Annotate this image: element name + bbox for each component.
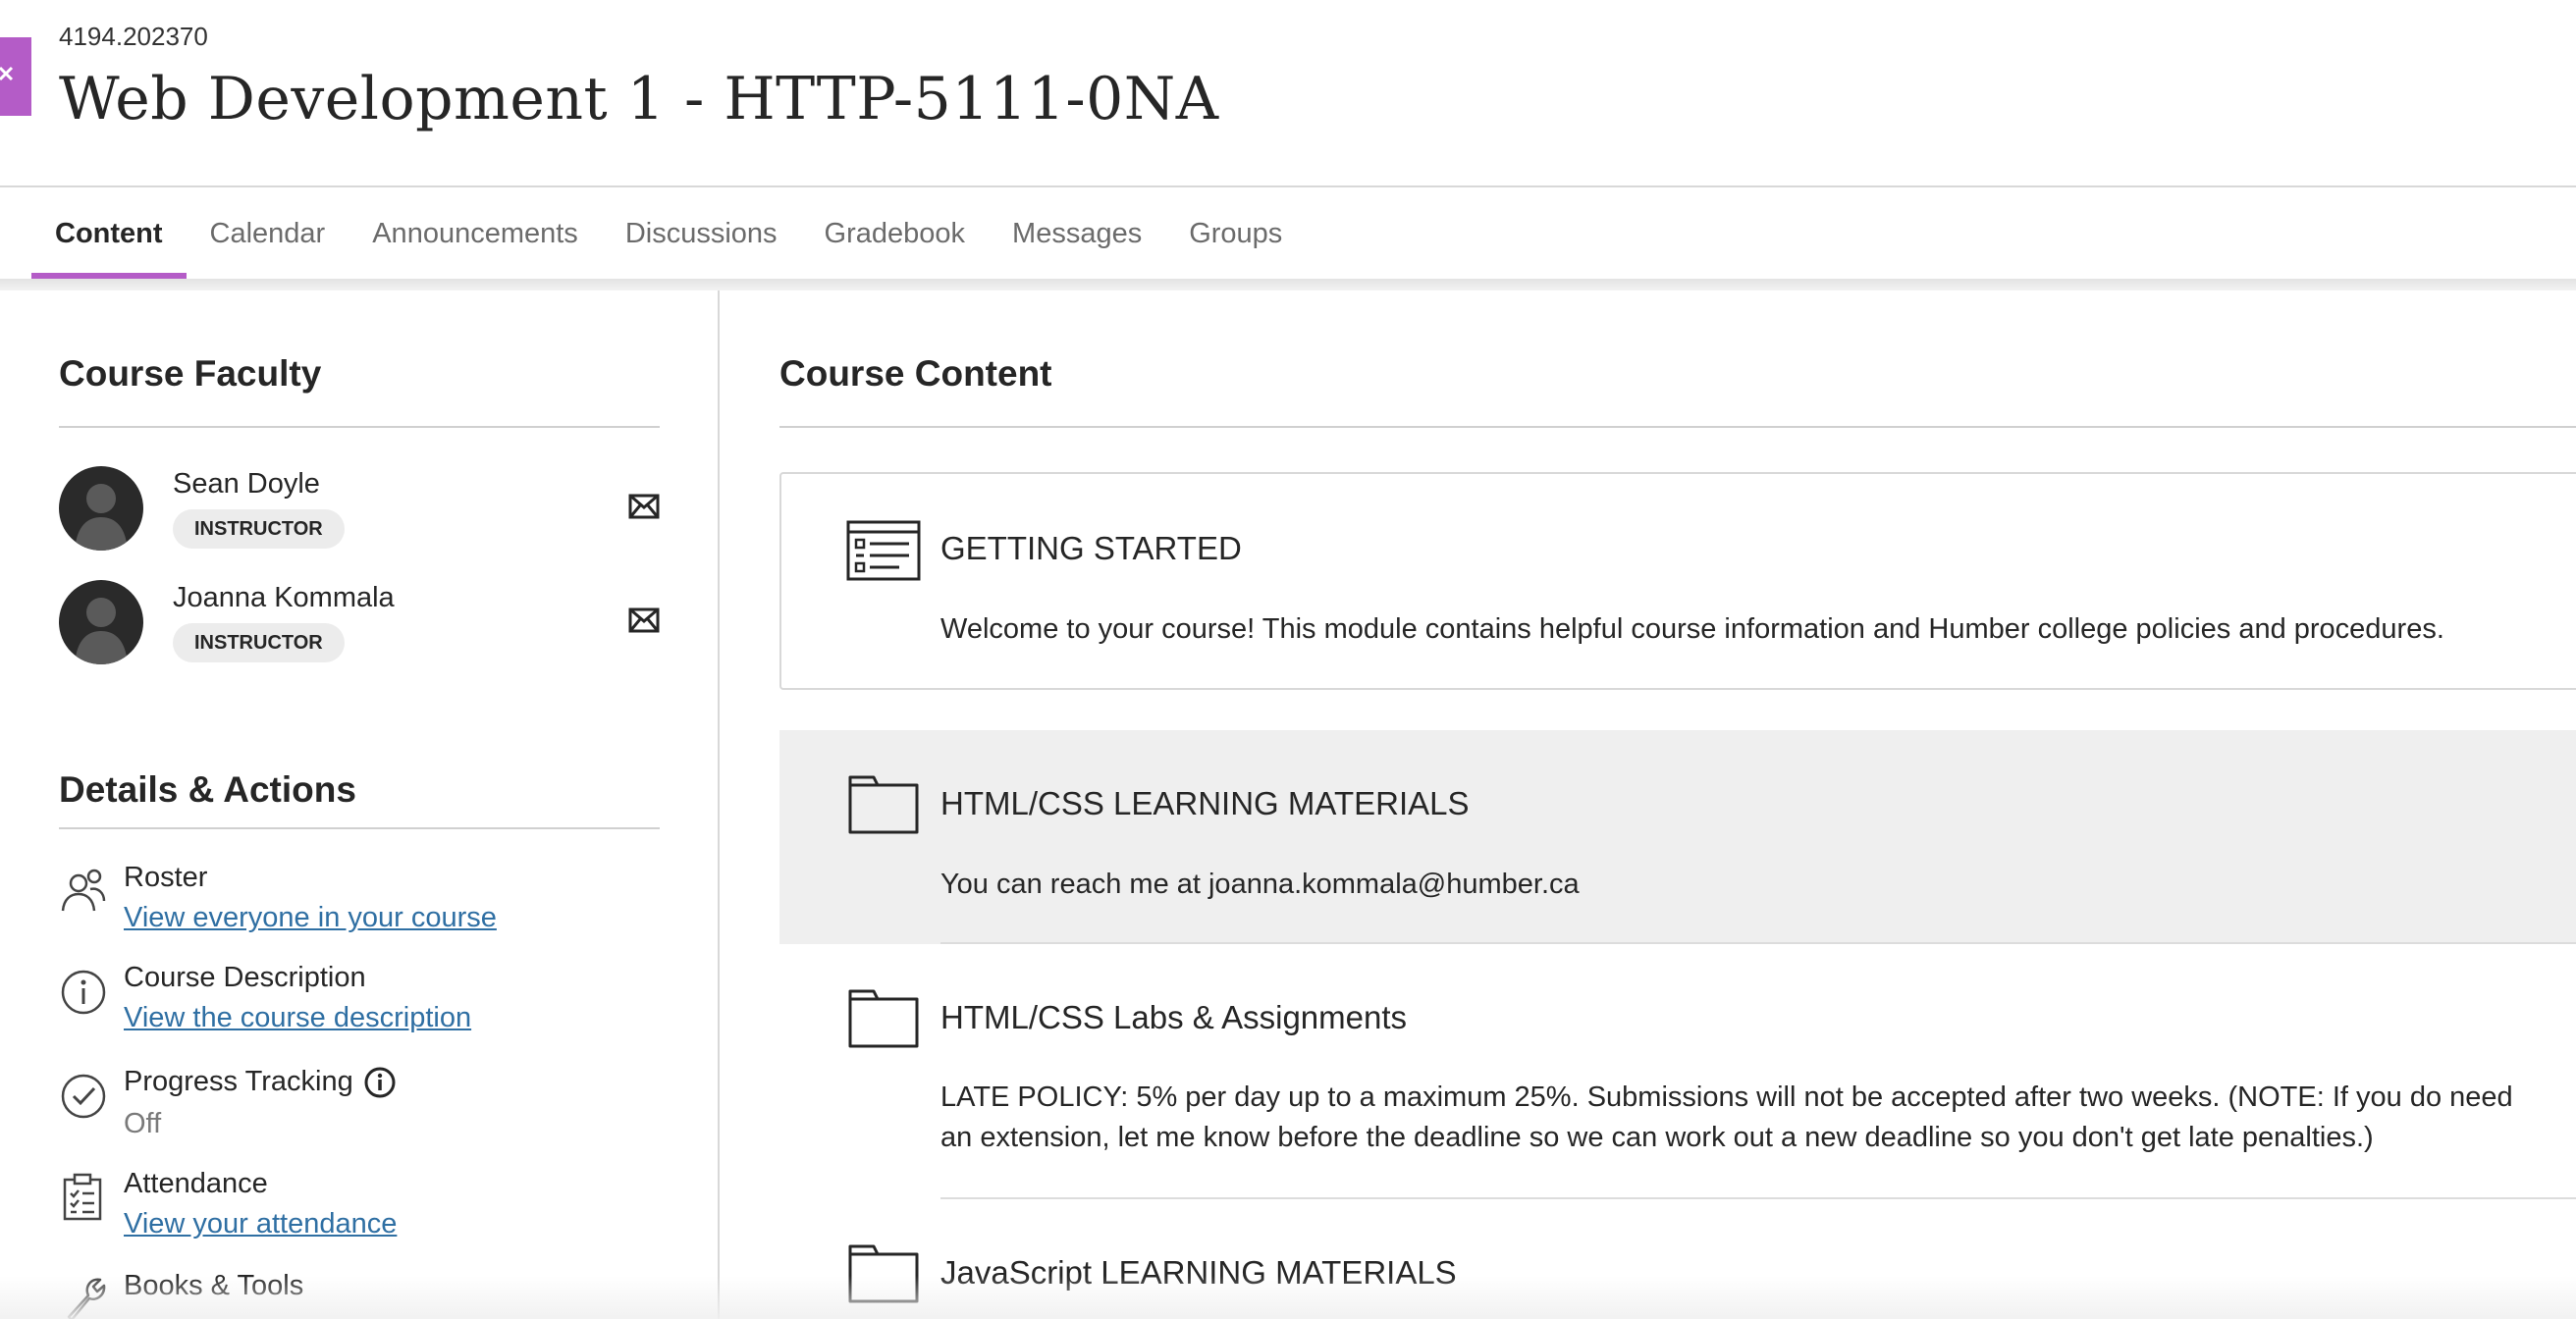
- progress-tracking-label: Progress Tracking: [124, 1066, 353, 1097]
- message-button[interactable]: [626, 606, 662, 635]
- info-icon[interactable]: [363, 1066, 397, 1099]
- view-course-description-link[interactable]: View the course description: [124, 1002, 471, 1034]
- course-faculty-heading: Course Faculty: [59, 353, 322, 394]
- content-item-title[interactable]: HTML/CSS Labs & Assignments: [940, 999, 1407, 1036]
- role-badge: INSTRUCTOR: [173, 623, 345, 662]
- header-divider: [0, 185, 2576, 187]
- message-button[interactable]: [626, 492, 662, 521]
- view-roster-link[interactable]: View everyone in your course: [124, 902, 497, 934]
- content-item-title[interactable]: HTML/CSS LEARNING MATERIALS: [940, 785, 1470, 822]
- details-divider: [59, 827, 660, 829]
- user-silhouette-icon: [75, 484, 128, 551]
- learning-module-icon: [846, 520, 921, 581]
- faculty-name[interactable]: Joanna Kommala: [173, 582, 395, 614]
- tab-content[interactable]: Content: [31, 188, 187, 279]
- content-item-divider: [940, 942, 2576, 944]
- envelope-icon: [628, 494, 660, 519]
- course-content-divider: [779, 426, 2576, 428]
- tab-gradebook[interactable]: Gradebook: [801, 188, 990, 279]
- envelope-icon: [628, 607, 660, 633]
- user-silhouette-icon: [75, 598, 128, 664]
- content-item-divider: [940, 1197, 2576, 1199]
- scroll-fade: [0, 1276, 2576, 1319]
- course-id: 4194.202370: [59, 22, 208, 51]
- content-item-title[interactable]: GETTING STARTED: [940, 530, 1242, 567]
- tab-announcements[interactable]: Announcements: [349, 188, 602, 279]
- content-item-description: LATE POLICY: 5% per day up to a maximum …: [940, 1082, 2513, 1153]
- tab-calendar[interactable]: Calendar: [187, 188, 349, 279]
- tab-groups[interactable]: Groups: [1165, 188, 1306, 279]
- tab-messages[interactable]: Messages: [989, 188, 1165, 279]
- course-content-heading: Course Content: [779, 353, 1052, 394]
- details-actions-heading: Details & Actions: [59, 769, 356, 810]
- tab-discussions[interactable]: Discussions: [602, 188, 801, 279]
- content-item-description: Welcome to your course! This module cont…: [940, 613, 2444, 645]
- faculty-name[interactable]: Sean Doyle: [173, 468, 320, 501]
- info-icon: [61, 970, 106, 1015]
- check-circle-icon: [61, 1074, 106, 1119]
- content-item-card[interactable]: [779, 472, 2576, 690]
- faculty-member: Sean Doyle INSTRUCTOR: [59, 466, 668, 554]
- tabs-divider: [0, 279, 2576, 290]
- course-tabs: Content Calendar Announcements Discussio…: [31, 188, 1306, 279]
- role-badge: INSTRUCTOR: [173, 509, 345, 549]
- roster-icon: [61, 869, 106, 912]
- roster-label: Roster: [124, 862, 208, 893]
- content-item-row[interactable]: [779, 730, 2576, 944]
- faculty-member: Joanna Kommala INSTRUCTOR: [59, 580, 668, 668]
- view-attendance-link[interactable]: View your attendance: [124, 1208, 397, 1240]
- clipboard-icon: [63, 1173, 102, 1221]
- page-title: Web Development 1 - HTTP-5111-0NA: [59, 65, 1219, 133]
- close-icon: [0, 66, 14, 81]
- avatar[interactable]: [59, 580, 143, 664]
- folder-icon: [848, 775, 919, 834]
- progress-tracking-status: Off: [124, 1108, 162, 1139]
- content-item-description: You can reach me at joanna.kommala@humbe…: [940, 869, 1580, 900]
- attendance-label: Attendance: [124, 1168, 268, 1199]
- avatar[interactable]: [59, 466, 143, 551]
- close-course-button[interactable]: [0, 37, 31, 116]
- faculty-divider: [59, 426, 660, 428]
- course-description-label: Course Description: [124, 962, 366, 993]
- folder-icon: [848, 989, 919, 1048]
